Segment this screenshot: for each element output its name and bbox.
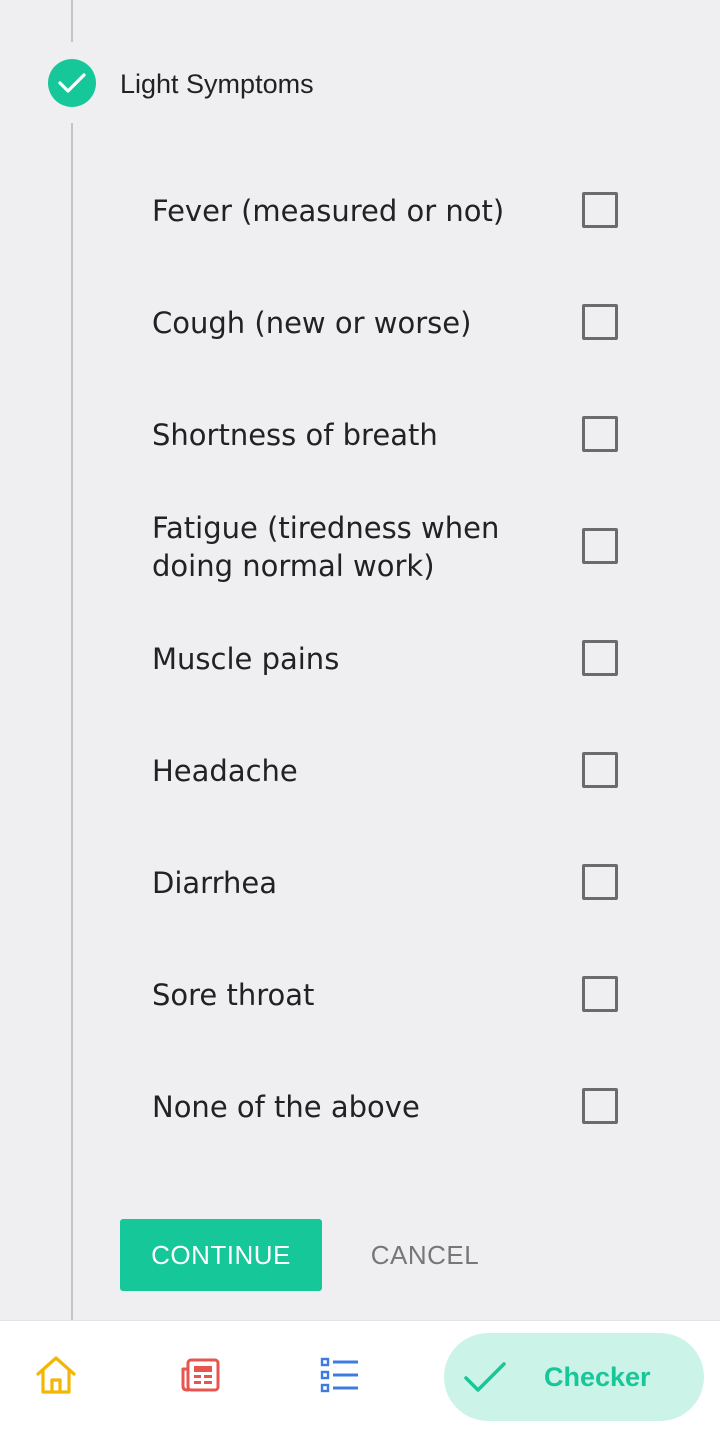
option-fatigue[interactable]: Fatigue (tiredness when doing normal wor… <box>152 491 622 603</box>
checkbox[interactable] <box>582 752 618 788</box>
news-icon <box>179 1357 221 1398</box>
cancel-button[interactable]: CANCEL <box>350 1219 500 1291</box>
option-headache[interactable]: Headache <box>152 715 622 827</box>
checkbox[interactable] <box>582 416 618 452</box>
option-sore-throat[interactable]: Sore throat <box>152 939 622 1051</box>
stepper-rail <box>71 123 73 1320</box>
option-fever[interactable]: Fever (measured or not) <box>152 155 622 267</box>
check-circle-icon <box>48 59 96 107</box>
option-shortness-of-breath[interactable]: Shortness of breath <box>152 379 622 491</box>
option-label: Fatigue (tiredness when doing normal wor… <box>152 511 500 583</box>
option-label: Muscle pains <box>152 642 340 676</box>
checkbox[interactable] <box>582 528 618 564</box>
continue-button[interactable]: CONTINUE <box>120 1219 322 1291</box>
checkbox[interactable] <box>582 1088 618 1124</box>
nav-checker-label: Checker <box>544 1361 651 1392</box>
option-diarrhea[interactable]: Diarrhea <box>152 827 622 939</box>
list-icon <box>320 1357 360 1398</box>
check-icon <box>462 1354 508 1400</box>
home-icon <box>34 1354 78 1401</box>
option-label: Cough (new or worse) <box>152 306 472 340</box>
stepper-rail-top <box>71 0 73 42</box>
option-label: None of the above <box>152 1090 420 1124</box>
checkbox[interactable] <box>582 192 618 228</box>
bottom-nav: Checker <box>0 1320 720 1433</box>
option-muscle-pains[interactable]: Muscle pains <box>152 603 622 715</box>
nav-home[interactable] <box>16 1321 96 1433</box>
nav-checker[interactable]: Checker <box>444 1333 704 1421</box>
checkbox[interactable] <box>582 304 618 340</box>
option-label: Shortness of breath <box>152 418 438 452</box>
option-cough[interactable]: Cough (new or worse) <box>152 267 622 379</box>
checkbox[interactable] <box>582 640 618 676</box>
option-label: Headache <box>152 754 298 788</box>
checkbox[interactable] <box>582 976 618 1012</box>
step-title: Light Symptoms <box>120 69 314 99</box>
nav-list[interactable] <box>300 1321 380 1433</box>
option-label: Fever (measured or not) <box>152 194 505 228</box>
nav-news[interactable] <box>160 1321 240 1433</box>
checkbox[interactable] <box>582 864 618 900</box>
option-label: Sore throat <box>152 978 315 1012</box>
option-none-of-the-above[interactable]: None of the above <box>152 1051 622 1163</box>
option-label: Diarrhea <box>152 866 277 900</box>
